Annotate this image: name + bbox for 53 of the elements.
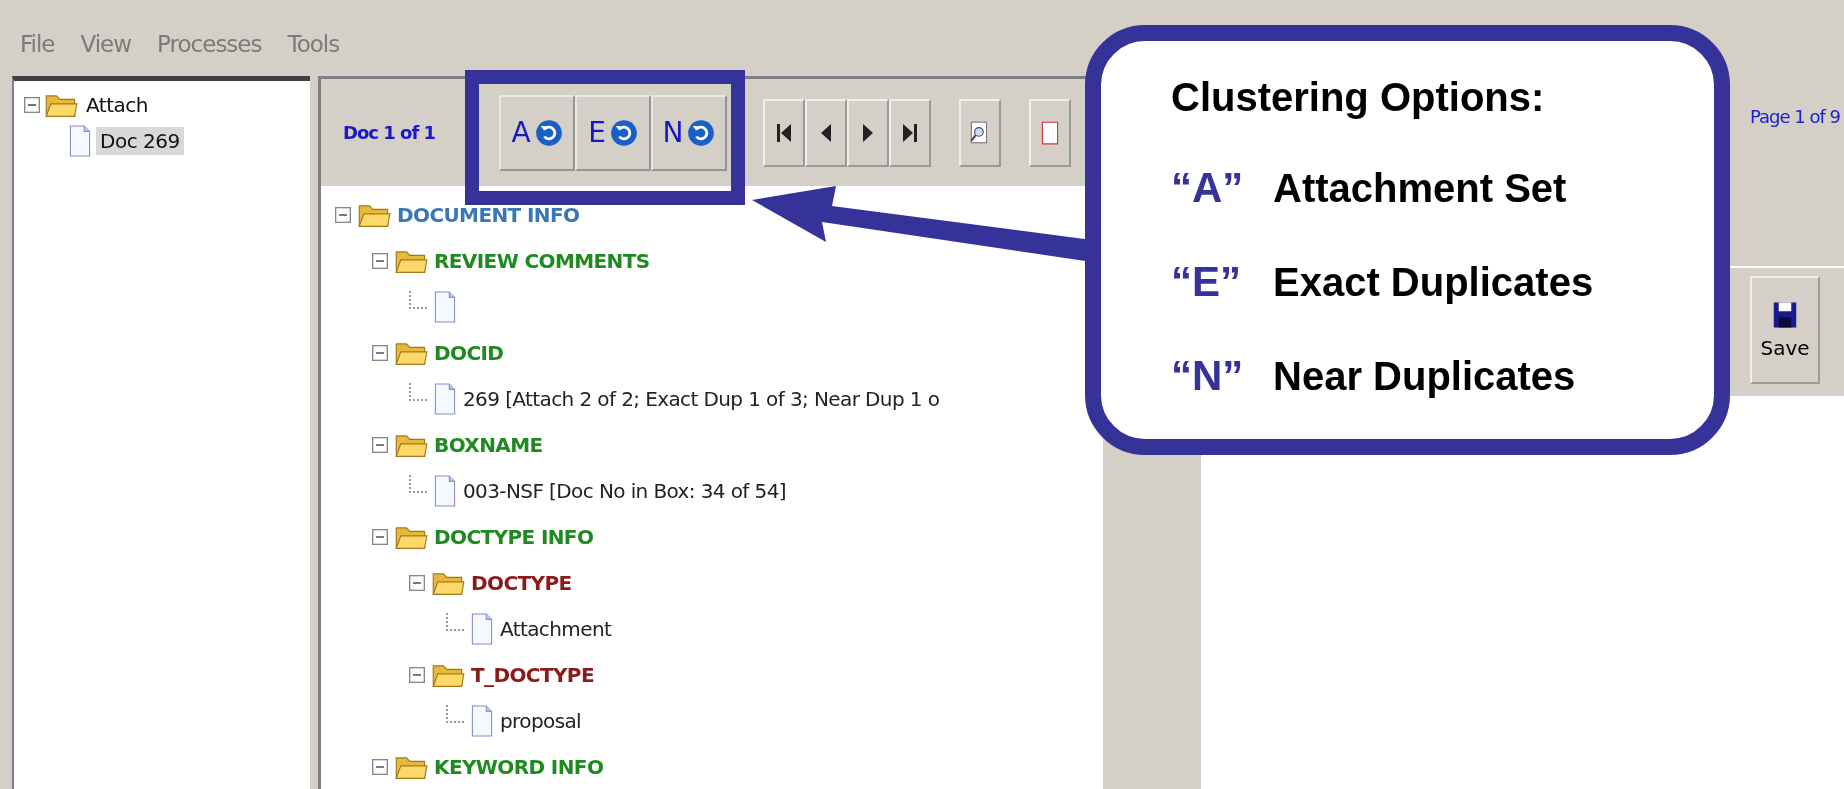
cluster-button[interactable]: A <box>499 94 575 171</box>
tree-item[interactable]: DOCUMENT INFO <box>397 203 580 227</box>
next-button[interactable] <box>847 98 889 167</box>
last-page-button[interactable] <box>889 98 931 167</box>
connector-line <box>409 383 427 401</box>
option-key: “N” <box>1171 352 1253 400</box>
collapse-toggle-icon[interactable] <box>372 529 388 545</box>
first-page-button[interactable] <box>763 98 805 167</box>
tree-item[interactable]: T_DOCTYPE <box>471 663 594 687</box>
collapse-toggle-icon[interactable] <box>372 437 388 453</box>
document-icon <box>433 475 457 507</box>
collapse-toggle-icon[interactable] <box>409 575 425 591</box>
collapse-toggle-icon[interactable] <box>409 667 425 683</box>
tree-item[interactable]: DOCTYPE <box>471 571 572 595</box>
tree-item[interactable]: Attach <box>82 91 152 119</box>
cluster-button[interactable]: N <box>651 94 727 171</box>
save-button[interactable]: Save <box>1750 276 1820 384</box>
document-counter: Doc 1 of 1 <box>343 122 437 143</box>
collapse-toggle-icon[interactable] <box>372 759 388 775</box>
tree-item[interactable]: REVIEW COMMENTS <box>434 249 650 273</box>
tree-item[interactable]: Attachment <box>500 617 612 641</box>
document-icon <box>433 291 457 323</box>
toolbar-button[interactable] <box>1029 98 1071 167</box>
page-counter: Page 1 of 9 <box>1750 106 1840 127</box>
callout-title: Clustering Options: <box>1171 75 1546 120</box>
option-key: “A” <box>1171 164 1253 212</box>
collapse-toggle-icon[interactable] <box>372 253 388 269</box>
tree-item[interactable]: 003-NSF [Doc No in Box: 34 of 54] <box>463 479 786 503</box>
document-icon <box>470 613 494 645</box>
tree-item[interactable]: KEYWORD INFO <box>434 755 604 779</box>
collapse-toggle-icon[interactable] <box>24 97 40 113</box>
collapse-toggle-icon[interactable] <box>335 207 351 223</box>
option-label: Exact Duplicates <box>1273 260 1594 305</box>
tree-item[interactable]: DOCTYPE INFO <box>434 525 594 549</box>
search-button[interactable] <box>959 98 1001 167</box>
previous-button[interactable] <box>805 98 847 167</box>
connector-line <box>409 291 427 309</box>
connector-line <box>446 613 464 631</box>
option-key: “E” <box>1171 258 1253 306</box>
tree-item[interactable]: BOXNAME <box>434 433 543 457</box>
tree-item[interactable]: proposal <box>500 709 582 733</box>
document-icon <box>470 705 494 737</box>
tree-item[interactable]: DOCID <box>434 341 504 365</box>
connector-line <box>409 475 427 493</box>
cluster-button[interactable]: E <box>575 94 651 171</box>
collapse-toggle-icon[interactable] <box>372 345 388 361</box>
tree-item[interactable]: Doc 269 <box>96 127 184 155</box>
document-icon <box>68 125 92 157</box>
document-icon <box>433 383 457 415</box>
option-label: Attachment Set <box>1273 166 1567 211</box>
tree-item[interactable]: 269 [Attach 2 of 2; Exact Dup 1 of 3; Near Dup 1 o <box>463 387 940 411</box>
connector-line <box>446 705 464 723</box>
option-label: Near Duplicates <box>1273 354 1576 399</box>
